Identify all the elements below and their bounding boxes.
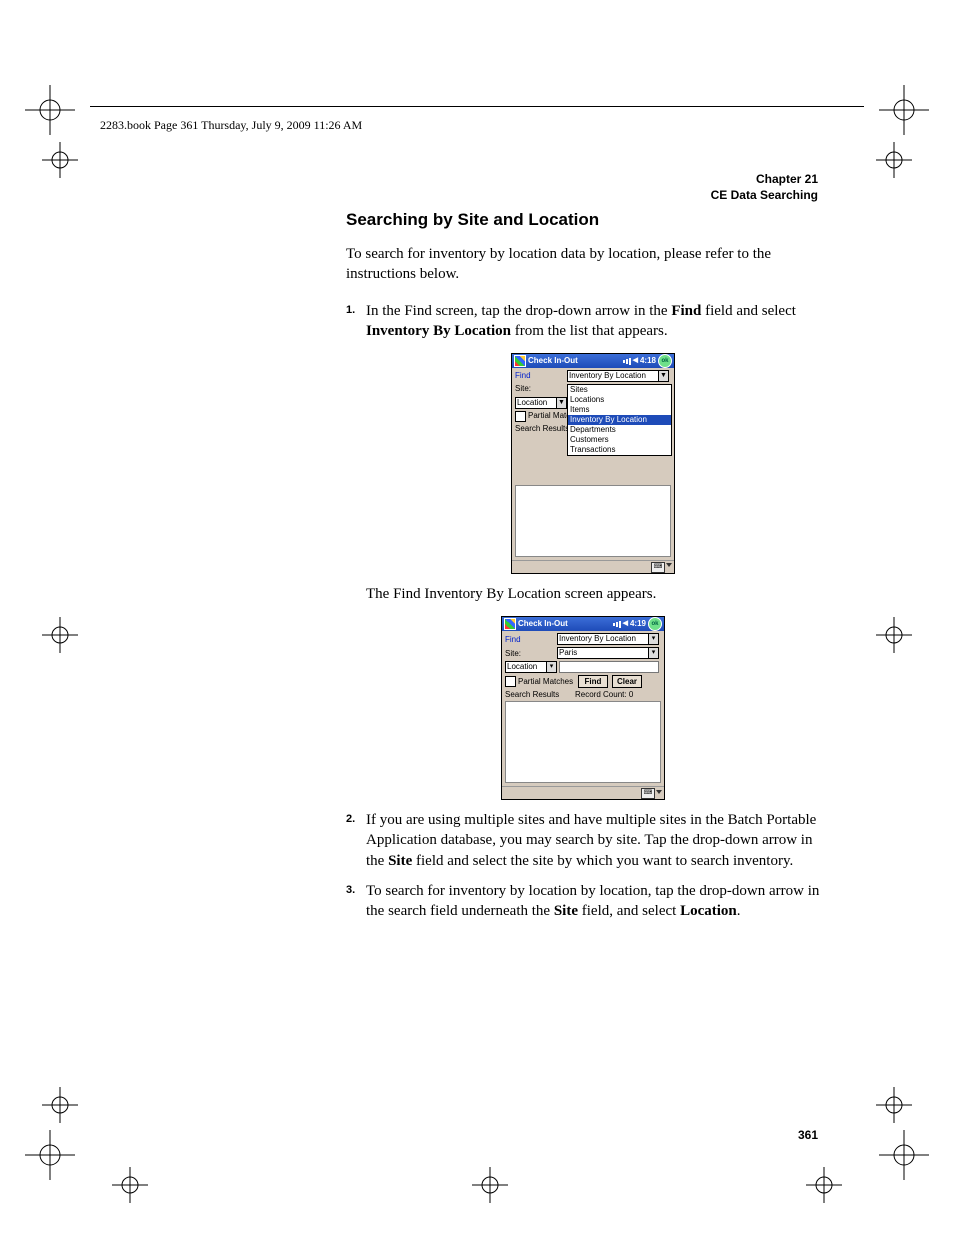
results-grid <box>505 701 661 783</box>
find-link[interactable]: Find <box>515 371 567 382</box>
partial-matches-checkbox[interactable] <box>505 676 516 687</box>
location-dropdown[interactable]: Location▼ <box>515 397 567 409</box>
chevron-up-icon[interactable] <box>656 790 662 794</box>
app-title: Check In-Out <box>528 356 578 365</box>
crop-mark-icon <box>864 605 924 665</box>
device-footer: ⌨ <box>502 786 664 799</box>
ok-button[interactable]: ok <box>658 354 672 368</box>
crop-mark-icon <box>100 1155 160 1215</box>
keyboard-icon[interactable]: ⌨ <box>651 562 665 573</box>
results-grid <box>515 485 671 557</box>
chevron-up-icon[interactable] <box>666 563 672 567</box>
app-title: Check In-Out <box>518 619 568 628</box>
signal-icon <box>623 357 631 365</box>
option-sites[interactable]: Sites <box>568 385 671 395</box>
step-3: To search for inventory by location by l… <box>346 881 820 922</box>
option-inventory-by-location[interactable]: Inventory By Location <box>568 415 671 425</box>
option-customers[interactable]: Customers <box>568 435 671 445</box>
screenshot-find-inventory-by-location: Check In-Out ◀ 4:19 ok Find Inventory By… <box>501 616 665 800</box>
speaker-icon: ◀ <box>623 617 628 631</box>
record-count-value: 0 <box>629 690 633 699</box>
ok-button[interactable]: ok <box>648 617 662 631</box>
page-number: 361 <box>798 1128 818 1142</box>
clock: 4:19 <box>630 617 646 631</box>
crop-mark-icon <box>30 605 90 665</box>
page-header-rule <box>90 106 864 107</box>
chapter-title: Chapter 21 <box>756 172 818 186</box>
section-title: Searching by Site and Location <box>346 210 820 230</box>
search-input[interactable] <box>559 661 659 673</box>
page-header-text: 2283.book Page 361 Thursday, July 9, 200… <box>100 118 362 133</box>
find-dropdown[interactable]: Inventory By Location▾ <box>557 633 659 645</box>
option-locations[interactable]: Locations <box>568 395 671 405</box>
chapter-header: Chapter 21 CE Data Searching <box>711 172 818 203</box>
screenshot-find-dropdown: Check In-Out ◀ 4:18 ok Find Inventory <box>511 353 675 574</box>
location-dropdown[interactable]: Location▾ <box>505 661 557 673</box>
device-footer: ⌨ <box>512 560 674 573</box>
site-label: Site: <box>515 384 567 395</box>
chevron-down-icon[interactable]: ▾ <box>649 633 659 645</box>
intro-text: To search for inventory by location data… <box>346 244 820 285</box>
crop-mark-icon <box>874 1125 934 1185</box>
crop-mark-icon <box>460 1155 520 1215</box>
option-transactions[interactable]: Transactions <box>568 445 671 455</box>
search-results-label: Search Results <box>505 690 575 699</box>
option-items[interactable]: Items <box>568 405 671 415</box>
crop-mark-icon <box>794 1155 854 1215</box>
chevron-down-icon[interactable]: ▾ <box>547 661 557 673</box>
crop-mark-icon <box>30 130 90 190</box>
find-dropdown-list[interactable]: Sites Locations Items Inventory By Locat… <box>567 384 672 456</box>
option-departments[interactable]: Departments <box>568 425 671 435</box>
record-count-label: Record Count: <box>575 690 627 699</box>
speaker-icon: ◀ <box>633 354 638 368</box>
step-2: If you are using multiple sites and have… <box>346 810 820 871</box>
device-titlebar: Check In-Out ◀ 4:18 ok <box>512 354 674 368</box>
keyboard-icon[interactable]: ⌨ <box>641 788 655 799</box>
find-dropdown[interactable]: Inventory By Location▼ <box>567 370 669 382</box>
step-1: In the Find screen, tap the drop-down ar… <box>346 301 820 574</box>
site-dropdown[interactable]: Paris▾ <box>557 647 659 659</box>
device-titlebar: Check In-Out ◀ 4:19 ok <box>502 617 664 631</box>
crop-mark-icon <box>864 130 924 190</box>
find-link[interactable]: Find <box>505 635 557 644</box>
caption-1: The Find Inventory By Location screen ap… <box>366 584 820 604</box>
crop-mark-icon <box>20 1125 80 1185</box>
chapter-subtitle: CE Data Searching <box>711 188 818 202</box>
find-button[interactable]: Find <box>578 675 608 688</box>
chevron-down-icon[interactable]: ▼ <box>557 397 567 409</box>
chevron-down-icon[interactable]: ▼ <box>659 370 669 382</box>
chevron-down-icon[interactable]: ▾ <box>649 647 659 659</box>
partial-matches-label: Partial Matches <box>518 677 578 686</box>
site-label: Site: <box>505 649 557 658</box>
start-icon[interactable] <box>504 618 516 630</box>
start-icon[interactable] <box>514 355 526 367</box>
signal-icon <box>613 620 621 628</box>
clear-button[interactable]: Clear <box>612 675 642 688</box>
partial-match-checkbox[interactable] <box>515 411 526 422</box>
clock: 4:18 <box>640 354 656 368</box>
